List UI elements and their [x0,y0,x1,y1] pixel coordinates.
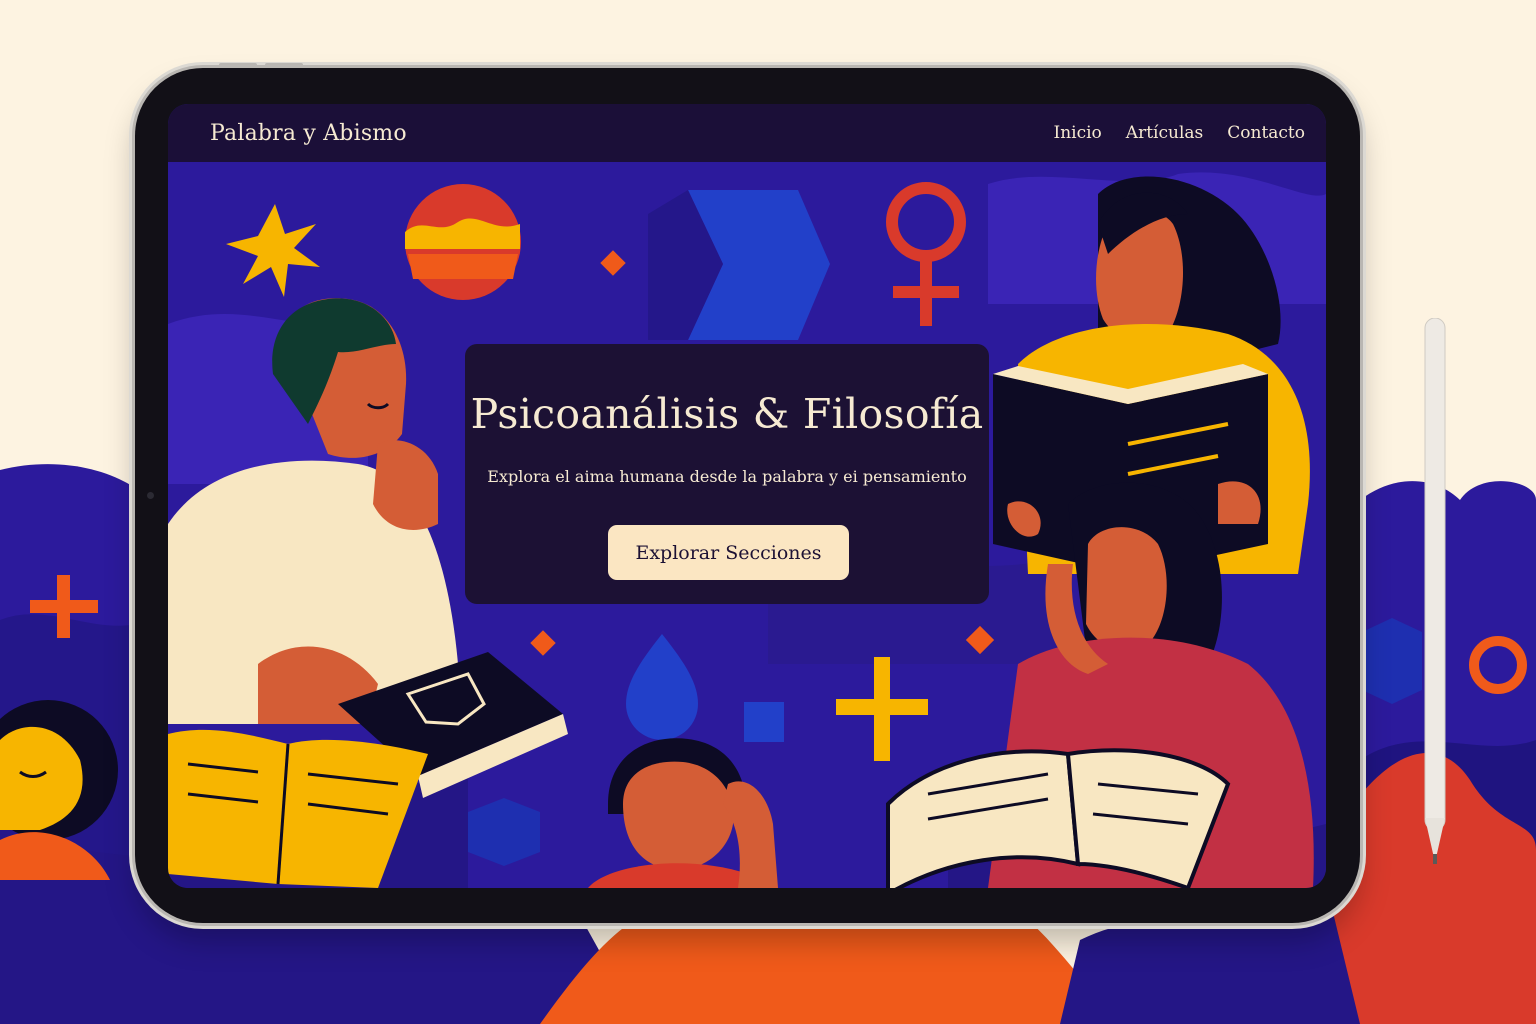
nav-links: Inicio Artículas Contacto [1054,123,1306,143]
screen: Palabra y Abismo Inicio Artículas Contac… [168,104,1326,888]
hero-title: Psicoanálisis & Filosofía [470,390,984,438]
nav-link-inicio[interactable]: Inicio [1054,123,1102,143]
plus-icon [836,657,928,761]
diamond-icon [600,250,626,276]
tablet-device: Palabra y Abismo Inicio Artículas Contac… [135,63,1360,923]
arrow-shape-icon [648,190,830,340]
sun-planet-icon [405,184,521,300]
volume-button [265,63,303,67]
hero-subtitle: Explora el aima humana desde la palabra … [487,467,967,486]
hero-card: Psicoanálisis & Filosofía Explora el aim… [465,344,989,604]
nav-link-articulos[interactable]: Artículas [1126,123,1203,143]
explore-sections-button[interactable]: Explorar Secciones [608,525,849,580]
cube-icon [1362,618,1422,704]
venus-symbol-icon [886,182,966,326]
cube-icon [744,702,784,742]
drop-icon [626,634,698,740]
star-icon [226,204,320,297]
cube-icon [468,798,540,866]
top-navbar: Palabra y Abismo Inicio Artículas Contac… [168,104,1326,162]
volume-button [219,63,257,67]
site-logo-text[interactable]: Palabra y Abismo [210,121,407,146]
nav-link-contacto[interactable]: Contacto [1227,123,1305,143]
boy-thinking-figure [588,738,778,888]
diamond-icon [530,630,556,656]
stylus-pencil [1424,318,1446,864]
camera [147,492,154,499]
